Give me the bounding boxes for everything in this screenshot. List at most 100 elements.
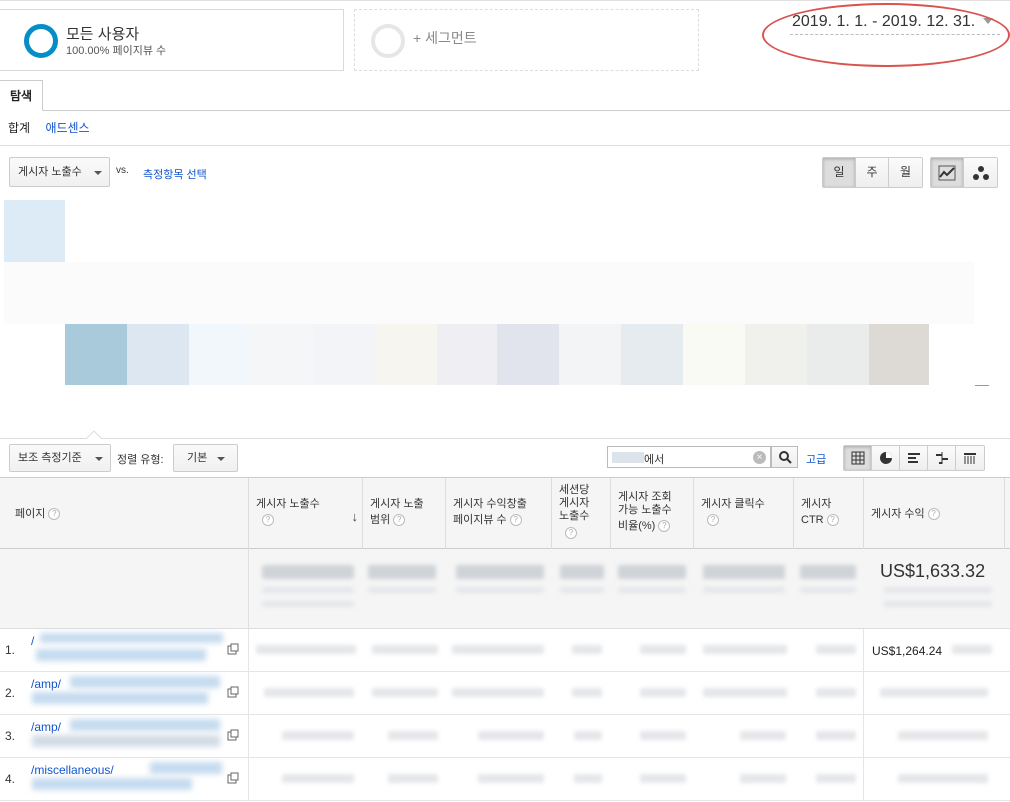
redacted-value — [618, 565, 686, 579]
redacted-value — [282, 731, 354, 740]
chart-area-obscured — [375, 324, 437, 385]
day-button[interactable]: 일 — [823, 158, 856, 187]
column-header-label: 게시자 조회 — [618, 491, 672, 503]
redacted-value — [640, 774, 686, 783]
subtab-bar: 합계 애드센스 — [8, 119, 102, 136]
line-chart-button[interactable] — [931, 158, 964, 187]
time-granularity-group: 일 주 월 — [822, 157, 923, 188]
help-icon[interactable]: ? — [48, 508, 61, 521]
select-metric-link[interactable]: 측정항목 선택 — [143, 166, 207, 182]
table-row: 3. /amp/ — [0, 715, 1010, 758]
redacted-value — [256, 645, 356, 654]
comparison-icon — [935, 452, 948, 464]
open-external-icon[interactable] — [227, 643, 239, 655]
month-button[interactable]: 월 — [889, 158, 922, 187]
redacted-value — [478, 731, 544, 740]
open-external-icon[interactable] — [227, 686, 239, 698]
column-divider — [863, 672, 864, 715]
redacted-value — [456, 587, 544, 593]
row-number: 4. — [5, 772, 16, 786]
column-divider — [863, 715, 864, 758]
redacted-value — [574, 774, 602, 783]
open-external-icon[interactable] — [227, 772, 239, 784]
chart-area-obscured — [4, 200, 65, 262]
motion-chart-button[interactable] — [964, 158, 997, 187]
help-icon[interactable]: ? — [565, 527, 577, 539]
table-view-group — [843, 445, 985, 471]
pointer-notch — [86, 430, 102, 439]
column-header-ctr[interactable]: 게시자 CTR? — [793, 478, 863, 550]
secondary-dimension-label: 보조 측정기준 — [18, 452, 82, 464]
pie-view-button[interactable] — [872, 446, 900, 470]
performance-view-button[interactable] — [900, 446, 928, 470]
tab-explorer[interactable]: 탐색 — [0, 80, 44, 111]
column-header-coverage[interactable]: 게시자 노출 범위? — [362, 478, 445, 550]
column-header-label: 게시자 수익 — [871, 508, 925, 520]
annotation-ellipse — [762, 3, 1010, 67]
redacted-value — [574, 731, 602, 740]
redacted-value — [640, 731, 686, 740]
column-header-label: 게시자 수익창출 — [453, 498, 527, 510]
redacted-value — [572, 645, 602, 654]
divider — [0, 438, 1010, 439]
help-icon[interactable]: ? — [393, 514, 406, 527]
chart-area-obscured — [127, 324, 189, 385]
week-button[interactable]: 주 — [856, 158, 889, 187]
help-icon[interactable]: ? — [509, 514, 522, 527]
column-header-label: 노출수 — [559, 510, 590, 522]
table-row: 1. / US$1,264.24 — [0, 629, 1010, 672]
redacted-text — [32, 778, 192, 790]
table-search-input[interactable]: 에서 × — [607, 446, 771, 468]
redacted-value — [884, 587, 992, 593]
column-header-label: 게시자 노출수 — [256, 498, 320, 510]
pie-chart-icon — [879, 452, 892, 464]
help-icon[interactable]: ? — [927, 508, 940, 521]
chart-area-obscured — [313, 324, 375, 385]
chart-area-obscured — [65, 324, 127, 385]
subtab-adsense[interactable]: 애드센스 — [45, 119, 89, 136]
column-header-clicks[interactable]: 게시자 클릭수 ? — [693, 478, 793, 550]
redacted-text — [40, 633, 223, 643]
column-header-revenue[interactable]: 게시자 수익? — [863, 478, 1004, 550]
redacted-value — [452, 688, 544, 697]
column-header-impressions[interactable]: 게시자 노출수 ? ↓ — [248, 478, 362, 550]
column-header-page[interactable]: 페이지? — [8, 478, 248, 550]
redacted-value — [262, 601, 354, 607]
bar-list-icon — [907, 453, 920, 463]
help-icon[interactable]: ? — [826, 514, 839, 527]
column-header-impressions-per-session[interactable]: 세션당 게시자 노출수 ? — [551, 478, 610, 550]
column-header-monetized-pageviews[interactable]: 게시자 수익창출 페이지뷰 수? — [445, 478, 551, 550]
caret-down-icon — [95, 457, 103, 461]
add-segment-button[interactable]: + 세그먼트 — [354, 9, 699, 71]
column-header-viewable-rate[interactable]: 게시자 조회 가능 노출수 비율(%)? — [610, 478, 693, 550]
subtab-summary[interactable]: 합계 — [8, 119, 30, 136]
chart-type-group — [930, 157, 998, 188]
help-icon[interactable]: ? — [658, 520, 671, 533]
comparison-view-button[interactable] — [928, 446, 956, 470]
table-row: 2. /amp/ — [0, 672, 1010, 715]
metric-dropdown[interactable]: 게시자 노출수 — [9, 157, 110, 187]
column-divider — [248, 715, 249, 758]
segment-all-users[interactable]: 모든 사용자 100.00% 페이지뷰 수 — [0, 9, 344, 71]
column-header-label: CTR — [801, 514, 824, 526]
redacted-text — [36, 649, 206, 661]
redacted-value — [262, 565, 354, 579]
chart-area-obscured — [4, 262, 974, 324]
open-external-icon[interactable] — [227, 729, 239, 741]
column-header-label: 가능 노출수 — [618, 504, 672, 516]
redacted-value — [640, 688, 686, 697]
data-table-view-button[interactable] — [844, 446, 872, 470]
search-button[interactable] — [771, 446, 798, 468]
sort-type-dropdown[interactable]: 기본 — [173, 444, 238, 472]
secondary-dimension-dropdown[interactable]: 보조 측정기준 — [9, 444, 111, 472]
pivot-view-button[interactable] — [956, 446, 984, 470]
help-icon[interactable]: ? — [262, 514, 274, 527]
pivot-table-icon — [964, 453, 976, 464]
advanced-filter-link[interactable]: 고급 — [806, 451, 826, 467]
chart-area-obscured — [189, 324, 251, 385]
clear-search-icon[interactable]: × — [753, 451, 766, 464]
help-icon[interactable]: ? — [707, 514, 719, 527]
table-row: 4. /miscellaneous/ — [0, 758, 1010, 801]
column-divider — [248, 629, 249, 672]
chart-area-obscured — [497, 324, 559, 385]
